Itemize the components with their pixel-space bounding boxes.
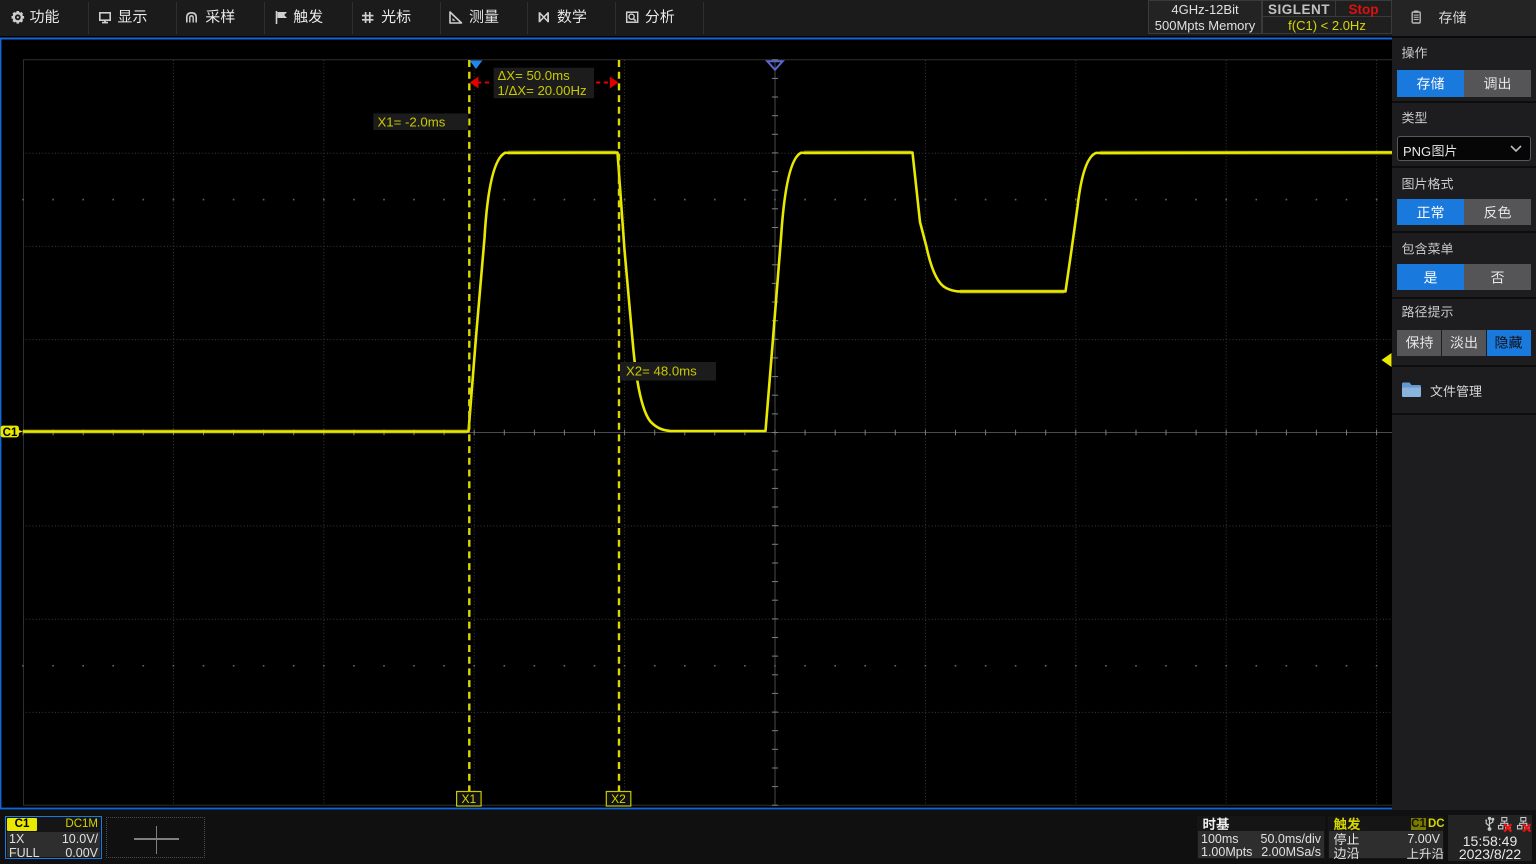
svg-text:X2= 48.0ms: X2= 48.0ms xyxy=(626,364,697,379)
svg-text:X1= -2.0ms: X1= -2.0ms xyxy=(378,114,446,129)
svg-text:X2: X2 xyxy=(611,792,626,806)
svg-text:1/ΔX= 20.00Hz: 1/ΔX= 20.00Hz xyxy=(498,83,587,98)
svg-text:X1: X1 xyxy=(461,792,476,806)
svg-text:ΔX= 50.0ms: ΔX= 50.0ms xyxy=(498,68,571,83)
svg-text:C1: C1 xyxy=(3,427,18,439)
